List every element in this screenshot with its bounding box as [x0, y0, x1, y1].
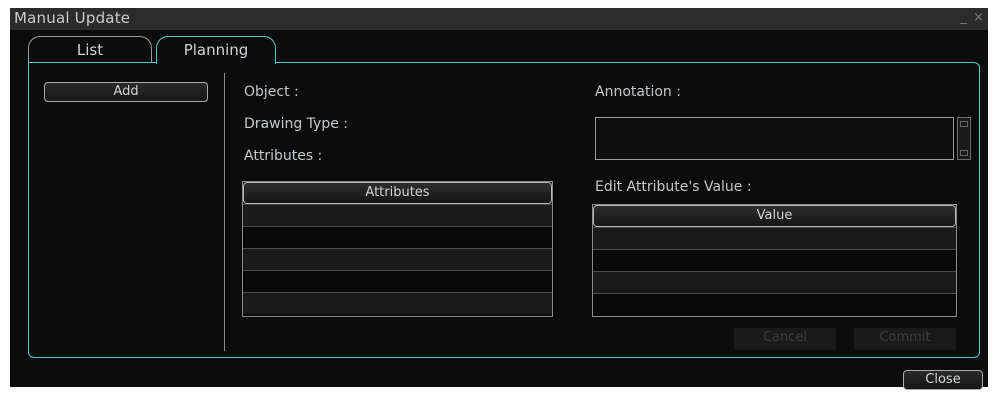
- table-row[interactable]: [593, 249, 956, 271]
- minimize-icon[interactable]: _: [960, 10, 967, 25]
- edit-value-label: Edit Attribute's Value :: [595, 179, 752, 195]
- table-row[interactable]: [593, 227, 956, 249]
- tab-list[interactable]: List: [28, 36, 152, 62]
- commit-button[interactable]: Commit: [854, 328, 956, 350]
- annotation-scrollbar[interactable]: [957, 117, 971, 160]
- attributes-table: Attributes: [242, 181, 553, 317]
- attributes-column-header[interactable]: Attributes: [243, 182, 552, 204]
- annotation-label: Annotation :: [595, 84, 681, 100]
- value-table: Value: [592, 204, 957, 317]
- table-row[interactable]: [243, 292, 552, 314]
- vertical-divider: [224, 73, 225, 351]
- table-row[interactable]: [243, 248, 552, 270]
- window-title: Manual Update: [14, 9, 131, 27]
- annotation-textarea[interactable]: [595, 117, 954, 160]
- close-icon[interactable]: ×: [973, 10, 984, 25]
- manual-update-window: Manual Update _ × List Planning Add Obje…: [10, 8, 988, 390]
- title-bar[interactable]: Manual Update _ ×: [10, 8, 988, 30]
- object-label: Object :: [244, 84, 299, 100]
- drawing-type-label: Drawing Type :: [244, 116, 348, 132]
- attributes-label: Attributes :: [244, 148, 323, 164]
- cancel-button[interactable]: Cancel: [734, 328, 836, 350]
- tab-planning-label: Planning: [183, 41, 249, 59]
- close-button[interactable]: Close: [903, 370, 983, 390]
- table-row[interactable]: [243, 270, 552, 292]
- scroll-down-icon[interactable]: [960, 150, 968, 156]
- table-row[interactable]: [593, 271, 956, 293]
- tab-list-label: List: [76, 41, 104, 59]
- tab-planning[interactable]: Planning: [156, 36, 276, 64]
- table-row[interactable]: [243, 226, 552, 248]
- table-row[interactable]: [593, 293, 956, 315]
- table-row[interactable]: [243, 204, 552, 226]
- scroll-up-icon[interactable]: [960, 121, 968, 127]
- value-column-header[interactable]: Value: [593, 205, 956, 227]
- add-button[interactable]: Add: [44, 82, 208, 102]
